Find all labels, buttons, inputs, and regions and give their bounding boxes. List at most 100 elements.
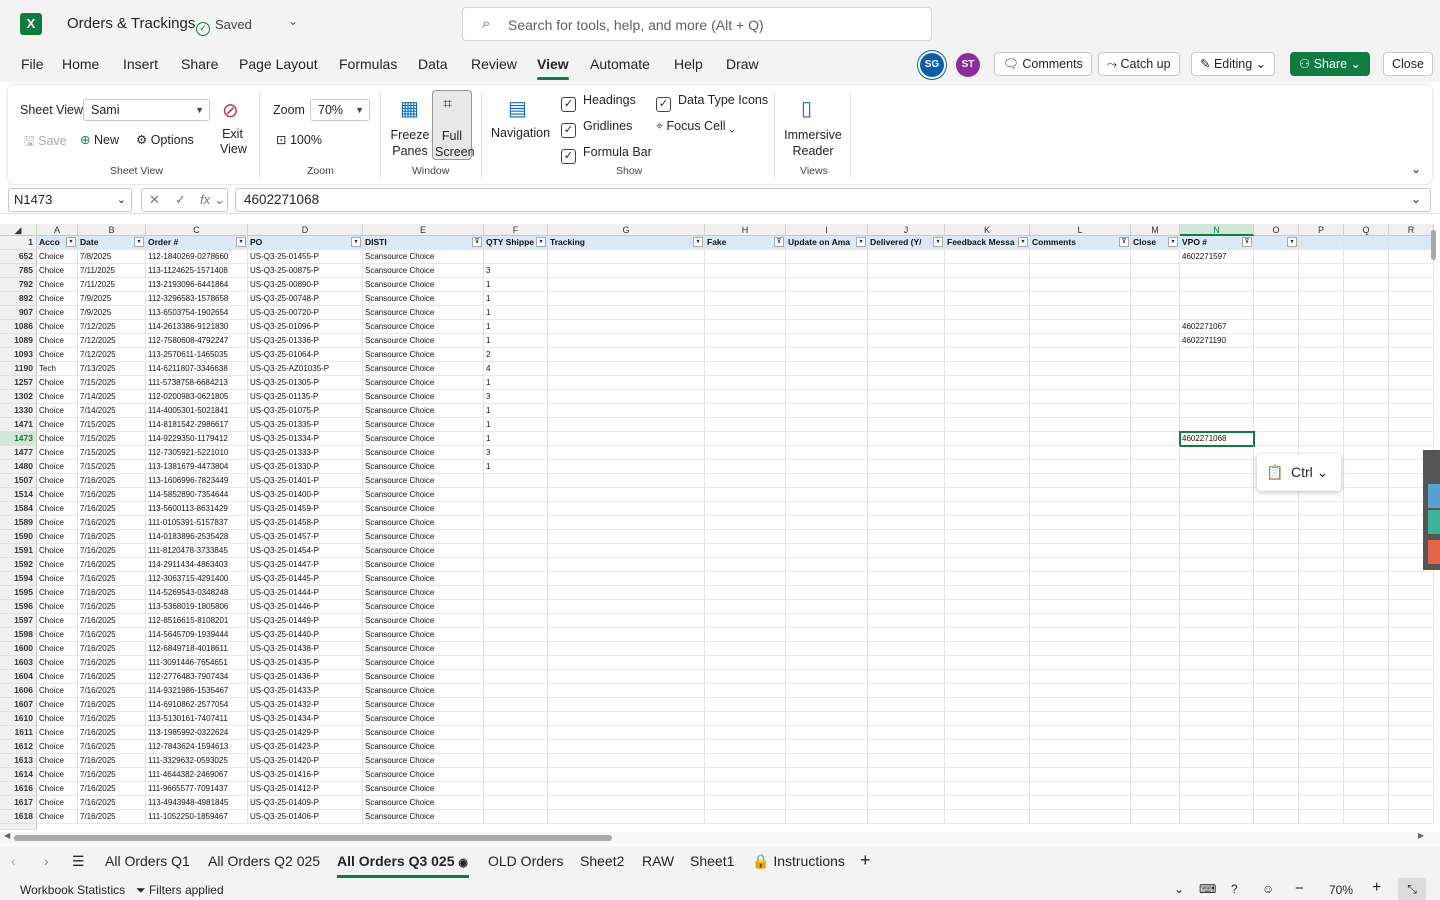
table-cell[interactable]: US-Q3-25-01335-P	[248, 418, 363, 432]
formula-bar-checkbox[interactable]: ✓ Formula Bar	[561, 145, 652, 164]
table-cell[interactable]	[786, 418, 868, 432]
table-cell[interactable]: Scansource Choice	[363, 558, 484, 572]
table-cell[interactable]: 112-7580608-4792247	[146, 334, 248, 348]
table-cell[interactable]: US-Q3-25-01330-P	[248, 460, 363, 474]
table-cell[interactable]: 113-4943948-4981845	[146, 796, 248, 810]
table-cell[interactable]	[484, 558, 548, 572]
table-cell[interactable]	[1180, 670, 1254, 684]
table-cell[interactable]: US-Q3-25-01434-P	[248, 712, 363, 726]
table-cell[interactable]	[1030, 796, 1131, 810]
table-cell[interactable]	[786, 810, 868, 824]
table-cell[interactable]	[548, 628, 705, 642]
table-cell[interactable]	[1389, 250, 1434, 264]
table-cell[interactable]	[868, 614, 945, 628]
table-cell[interactable]: 111-8120478-3733845	[146, 544, 248, 558]
table-cell[interactable]: 113-1124625-1571408	[146, 264, 248, 278]
table-cell[interactable]	[1180, 418, 1254, 432]
table-cell[interactable]: US-Q3-25-01457-P	[248, 530, 363, 544]
table-cell[interactable]	[1131, 712, 1180, 726]
tab-sheet1[interactable]: Sheet1	[690, 853, 734, 869]
table-cell[interactable]	[1131, 796, 1180, 810]
table-cell[interactable]	[1344, 614, 1389, 628]
table-cell[interactable]	[705, 418, 786, 432]
table-cell[interactable]	[484, 768, 548, 782]
column-header-d[interactable]: D	[248, 224, 363, 236]
table-cell[interactable]: Scansource Choice	[363, 740, 484, 754]
table-cell[interactable]	[705, 656, 786, 670]
tab-scroll-left-icon[interactable]: ‹	[11, 853, 16, 869]
row-header[interactable]: 1614	[0, 768, 37, 782]
row-header[interactable]: 1190	[0, 362, 37, 376]
table-cell[interactable]	[868, 516, 945, 530]
table-cell[interactable]	[945, 656, 1030, 670]
immersive-reader-button[interactable]: Immersive Reader	[784, 127, 842, 159]
table-cell[interactable]	[1030, 586, 1131, 600]
table-cell[interactable]: 114-4005301-5021841	[146, 404, 248, 418]
table-cell[interactable]	[1131, 670, 1180, 684]
table-cell[interactable]	[945, 768, 1030, 782]
row-header[interactable]: 1600	[0, 642, 37, 656]
table-cell[interactable]	[1299, 684, 1344, 698]
table-cell[interactable]: Choice	[37, 460, 78, 474]
table-cell[interactable]	[1344, 348, 1389, 362]
table-cell[interactable]	[1254, 614, 1299, 628]
table-cell[interactable]	[786, 516, 868, 530]
table-header-cell[interactable]: Tracking ▾	[548, 236, 705, 250]
data-type-icons-checkbox[interactable]: ✓ Data Type Icons	[656, 93, 768, 112]
row-header[interactable]: 1592	[0, 558, 37, 572]
table-cell[interactable]: 7/12/2025	[78, 334, 146, 348]
expand-formula-chevron-icon[interactable]: ⌄	[1411, 192, 1421, 206]
table-cell[interactable]	[1030, 768, 1131, 782]
filter-dropdown-icon[interactable]: ▾	[1018, 237, 1028, 247]
table-cell[interactable]	[1299, 810, 1344, 824]
table-cell[interactable]	[1299, 628, 1344, 642]
table-cell[interactable]	[1131, 740, 1180, 754]
table-cell[interactable]	[1030, 418, 1131, 432]
table-cell[interactable]	[1131, 614, 1180, 628]
table-cell[interactable]	[1389, 740, 1434, 754]
table-cell[interactable]	[1389, 348, 1434, 362]
table-cell[interactable]	[868, 264, 945, 278]
row-header[interactable]: 1507	[0, 474, 37, 488]
table-cell[interactable]: Scansource Choice	[363, 390, 484, 404]
row-header[interactable]: 907	[0, 306, 37, 320]
row-header[interactable]: 1477	[0, 446, 37, 460]
table-cell[interactable]: 7/16/2025	[78, 530, 146, 544]
row-header[interactable]: 1597	[0, 614, 37, 628]
table-cell[interactable]: 114-2613386-9121830	[146, 320, 248, 334]
table-cell[interactable]	[1344, 320, 1389, 334]
table-cell[interactable]	[1180, 782, 1254, 796]
table-cell[interactable]	[868, 656, 945, 670]
table-cell[interactable]	[1344, 684, 1389, 698]
table-header-cell[interactable]: Date ▾	[78, 236, 146, 250]
table-cell[interactable]	[1344, 334, 1389, 348]
table-cell[interactable]	[945, 572, 1030, 586]
horizontal-scrollbar[interactable]: ◀ ▶	[0, 831, 1440, 844]
table-cell[interactable]	[945, 740, 1030, 754]
tab-all-orders-q2[interactable]: All Orders Q2 025	[208, 853, 320, 869]
table-cell[interactable]: 113-1606996-7823449	[146, 474, 248, 488]
table-cell[interactable]	[484, 586, 548, 600]
table-cell[interactable]	[786, 572, 868, 586]
table-cell[interactable]	[945, 782, 1030, 796]
table-cell[interactable]	[1131, 390, 1180, 404]
row-header[interactable]: 1514	[0, 488, 37, 502]
table-cell[interactable]: 3	[484, 264, 548, 278]
table-cell[interactable]	[548, 670, 705, 684]
row-header[interactable]: 1302	[0, 390, 37, 404]
table-cell[interactable]: 7/15/2025	[78, 446, 146, 460]
table-cell[interactable]: 4602271597	[1180, 250, 1254, 264]
table-cell[interactable]: Choice	[37, 488, 78, 502]
table-cell[interactable]: Choice	[37, 810, 78, 824]
filter-dropdown-icon[interactable]: ▾	[351, 237, 361, 247]
zoom-select[interactable]: 70% ▼	[310, 99, 370, 121]
table-cell[interactable]	[1030, 376, 1131, 390]
table-cell[interactable]: 7/8/2025	[78, 250, 146, 264]
table-cell[interactable]	[1030, 712, 1131, 726]
table-cell[interactable]	[786, 502, 868, 516]
filter-active-icon[interactable]: ⊽	[774, 237, 784, 247]
full-screen-button[interactable]: ⌗ Full Screen	[432, 90, 475, 160]
table-cell[interactable]: Scansource Choice	[363, 502, 484, 516]
table-cell[interactable]	[1299, 614, 1344, 628]
table-cell[interactable]	[1344, 376, 1389, 390]
